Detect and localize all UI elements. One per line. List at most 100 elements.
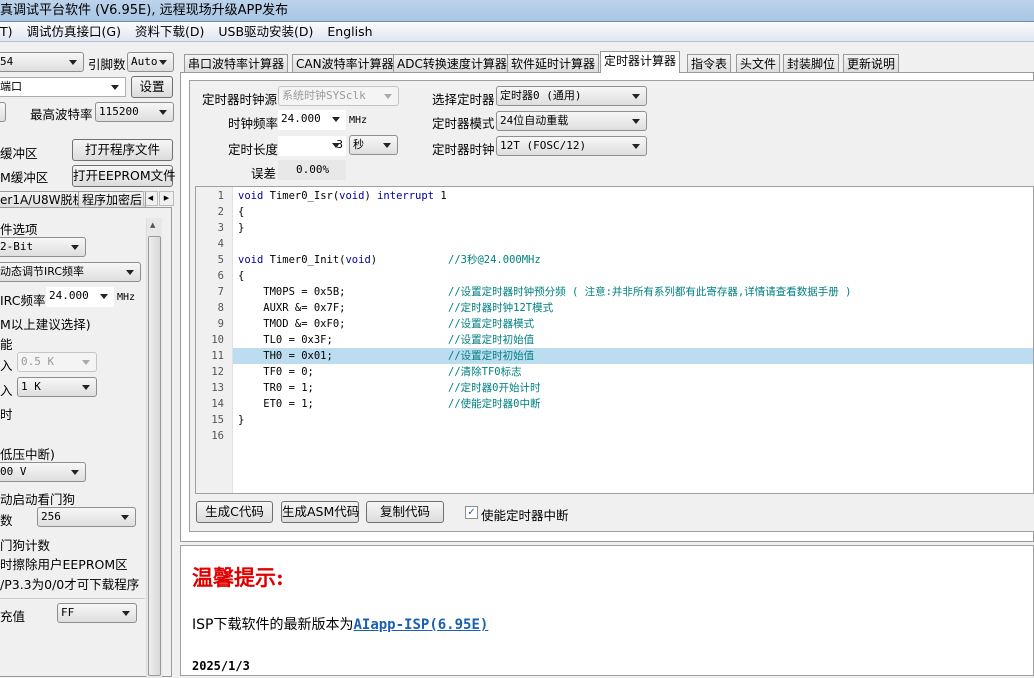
tab-scroll-right-icon[interactable]: ▶ [159,191,174,206]
lvd-label: 低压中断) [0,447,55,462]
pin-select[interactable]: Auto [127,52,174,72]
code-comment: //设置定时器时钟预分频 ( 注意:并非所有系列都有此寄存器,详情请查看数据手册… [448,286,852,298]
tab-adc-speed[interactable]: ADC转换速度计算器 [393,54,511,73]
line-number: 15 [211,414,224,426]
wdt-label: 动启动看门狗 [0,492,76,507]
wdt-count-label: 门狗计数 [0,538,51,553]
option-label: 入 [0,383,13,398]
size-select[interactable]: 1 K [17,377,97,397]
tab-offline[interactable]: er1A/U8W脱机 [0,191,89,208]
wdt-div-select[interactable]: 256 [37,507,136,527]
generate-c-button[interactable]: 生成C代码 [196,501,273,523]
irc-mode-select[interactable]: 动态调节IRC频率 [0,262,141,282]
tab-timer-calc[interactable]: 定时器计算器 [600,51,681,73]
error-value: 0.00% [278,160,346,180]
tab-soft-delay[interactable]: 软件延时计算器 [507,54,600,73]
line-number: 12 [211,366,224,378]
copy-code-button[interactable]: 复制代码 [366,501,444,523]
line-number: 7 [217,286,224,298]
code-editor[interactable]: 1 2 3 4 5 6 7 8 9 10 11 12 13 14 15 16 void Timer0_Isr(… [195,186,1034,494]
clock-freq-label: 时钟频率 [228,116,279,131]
latest-version-link[interactable]: AIapp-ISP(6.95E) [353,617,488,633]
tab-can-baud[interactable]: CAN波特率计算器 [292,54,398,73]
tab-encrypt[interactable]: 程序加密后 [78,191,147,208]
line-number: 5 [217,254,224,266]
select-timer-label: 选择定时器 [432,92,495,107]
scroll-thumb[interactable] [148,236,161,676]
timer-clock-select[interactable]: 12T (FOSC/12) [496,136,647,156]
code-text: { [238,270,245,282]
tab-scroll-left-icon[interactable]: ◀ [143,191,158,206]
code-line: void Timer0_Isr(void) interrupt 1 [238,188,1033,204]
irc-note: M以上建议选择) [0,317,91,332]
line-gutter: 1 2 3 4 5 6 7 8 9 10 11 12 13 14 15 16 [196,187,233,493]
code-line: { [238,268,1033,284]
code-text: ET0 = 1; [238,398,314,410]
line-number: 16 [211,430,224,442]
option-label: 入 [0,358,13,373]
fill-label: 充值 [0,609,26,624]
baud-select[interactable]: 115200 [95,102,174,122]
open-eeprom-button[interactable]: 打开EEPROM文件 [72,165,176,187]
small-select[interactable] [0,102,6,122]
tab-uart-baud[interactable]: 串口波特率计算器 [184,54,289,73]
fill-select[interactable]: FF [57,603,137,623]
timer-unit-select[interactable]: 秒 [349,135,398,155]
hw-options-title: 件选项 [0,222,38,237]
generate-asm-button[interactable]: 生成ASM代码 [281,501,359,523]
menu-item[interactable]: English [327,24,372,39]
timer-mode-select[interactable]: 24位自动重载 [496,111,647,131]
scrollbar[interactable]: ▲ [146,218,162,678]
open-program-button[interactable]: 打开程序文件 [72,139,173,161]
timer-length-input[interactable]: 3 [278,136,346,156]
menu-item[interactable]: USB驱动安装(D) [218,24,313,39]
menu-item[interactable]: 调试仿真接口(G) [27,24,121,39]
code-text: TM0PS = 0x5B; [238,286,346,298]
p33-label: /P3.3为0/0才可下载程序 [0,577,140,592]
notice-title: 温馨提示: [192,565,284,590]
tab-instructions[interactable]: 指令表 [687,54,732,73]
tab-header-file[interactable]: 头文件 [736,54,781,73]
code-text: AUXR &= 0x7F; [238,302,346,314]
code-line: TMOD &= 0xF0; //设置定时器模式 [238,316,1033,332]
bit-select[interactable]: 2-Bit [0,237,86,257]
scroll-up-icon[interactable]: ▲ [150,221,155,229]
settings-button[interactable]: 设置 [131,76,173,98]
irc-freq-input[interactable]: 24.000 [46,287,114,307]
line-number: 10 [211,334,224,346]
option-label: 时 [0,407,13,422]
code-comment: //定时器0开始计时 [448,382,541,394]
timer-mode-label: 定时器模式 [432,116,495,131]
clock-freq-input[interactable]: 24.000 [278,110,346,130]
code-text: TF0 = 0; [238,366,314,378]
port-select[interactable]: 端口 [0,77,126,97]
line-number: 1 [217,190,224,202]
code-text: TMOD &= 0xF0; [238,318,346,330]
eeprom-buffer-label: M缓冲区 [0,170,49,185]
code-line: TF0 = 0; //清除TF0标志 [238,364,1033,380]
notice-date: 2025/1/3 [192,659,250,673]
code-comment: //设置定时初始值 [448,350,535,362]
tab-changelog[interactable]: 更新说明 [843,54,900,73]
code-comment: //清除TF0标志 [448,366,522,378]
menu-item[interactable]: T) [0,24,13,39]
clock-source-label: 定时器时钟源 [202,92,278,107]
mcu-select[interactable]: 54 [0,52,84,72]
divider [0,598,145,599]
tab-package-pins[interactable]: 封装脚位 [783,54,840,73]
menu-item[interactable]: 资料下载(D) [135,24,204,39]
notice-pane: 温馨提示: ISP下载软件的最新版本为AIapp-ISP(6.95E) 2025… [180,545,1034,676]
select-timer-select[interactable]: 定时器0 (通用) [496,86,647,106]
menu-bar: T) 调试仿真接口(G) 资料下载(D) USB驱动安装(D) English [0,22,1034,42]
wdt-div-label: 数 [0,513,13,528]
option-label: 能 [0,337,13,352]
enable-interrupt-checkbox[interactable]: ✓ [465,506,478,519]
code-comment: //设置定时器模式 [448,318,535,330]
lvd-select[interactable]: 00 V [0,462,86,482]
code-line: TR0 = 1; //定时器0开始计时 [238,380,1033,396]
line-number: 6 [217,270,224,282]
code-line: } [238,412,1033,428]
code-line: } [238,220,1033,236]
code-buffer-label: 缓冲区 [0,146,38,161]
code-comment: //3秒@24.000MHz [448,254,541,266]
